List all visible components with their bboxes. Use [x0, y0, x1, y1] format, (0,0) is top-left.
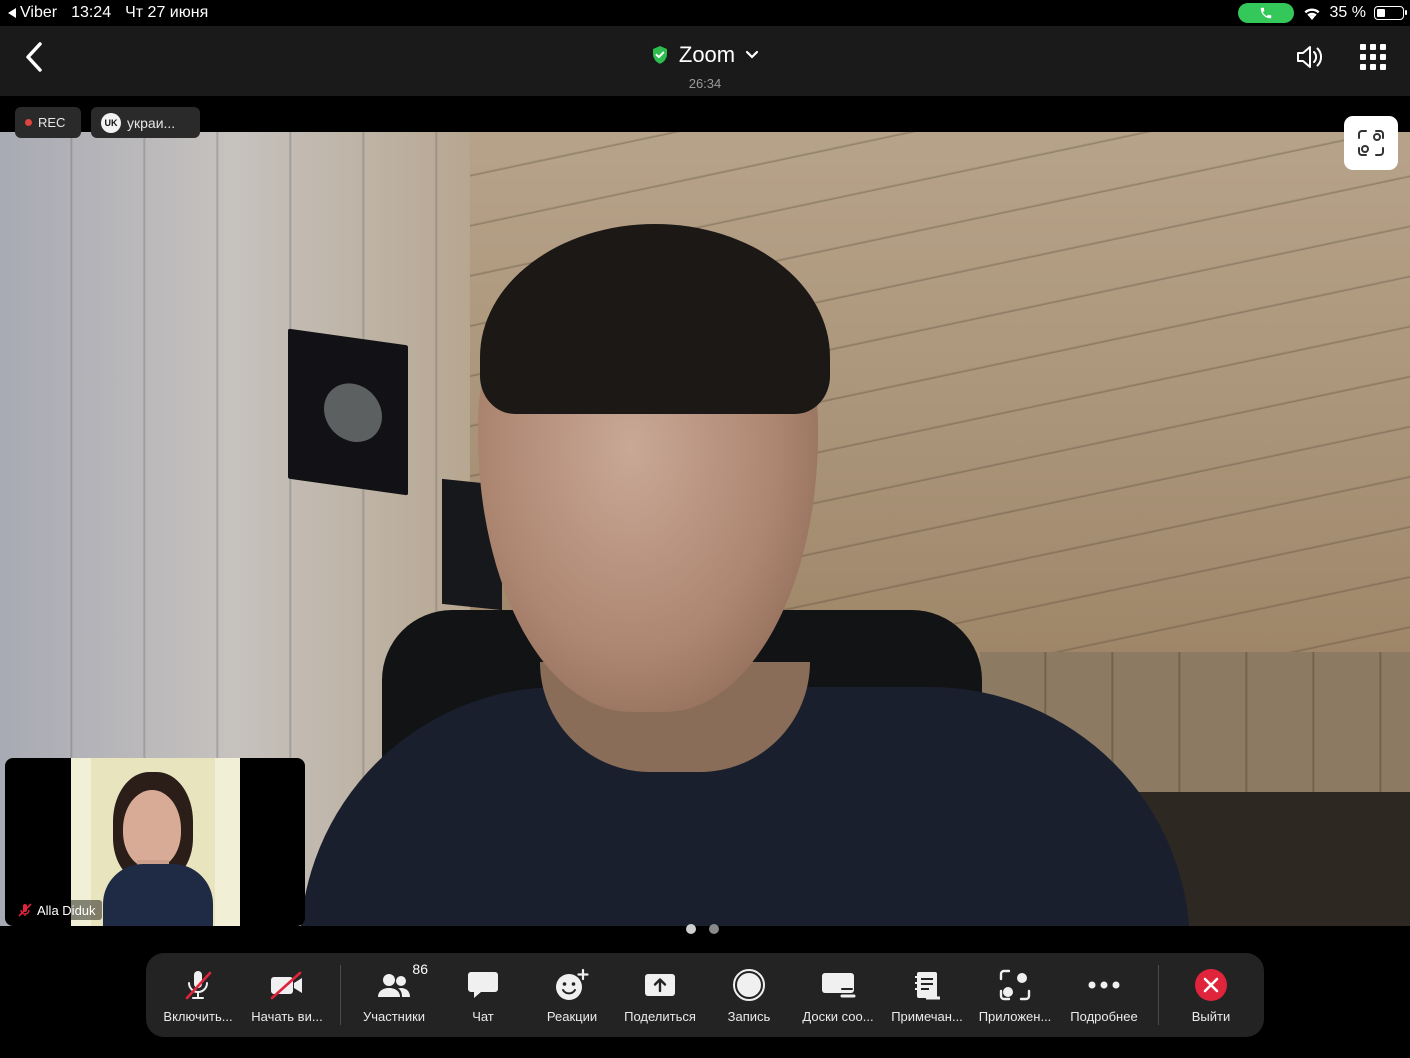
page-dot[interactable] [686, 924, 696, 934]
grid-icon-dot [1370, 54, 1376, 60]
wall-picture [288, 328, 408, 496]
start-video-label: Начать ви... [251, 1009, 323, 1024]
unmute-button[interactable]: Включить... [152, 953, 244, 1037]
record-dot-icon [25, 119, 32, 126]
share-button[interactable]: Поделиться [614, 953, 706, 1037]
share-label: Поделиться [624, 1009, 696, 1024]
phone-icon [1260, 7, 1271, 19]
whiteboard-icon [822, 973, 856, 998]
apps-label: Приложен... [978, 1009, 1052, 1024]
record-label: Запись [727, 1009, 771, 1024]
unmute-label: Включить... [163, 1009, 233, 1024]
meeting-title: Zoom [678, 42, 736, 67]
battery-percent: 35 % [1329, 4, 1366, 21]
leave-label: Выйти [1191, 1009, 1231, 1024]
grid-icon-dot [1380, 44, 1386, 50]
language-badge: UK [101, 112, 121, 133]
apps-button[interactable]: Приложен... [969, 953, 1061, 1037]
whiteboards-label: Доски соо... [802, 1009, 874, 1024]
leave-button[interactable]: Выйти [1165, 953, 1257, 1037]
notes-icon [915, 972, 940, 1000]
focus-mode-button[interactable] [1344, 116, 1398, 170]
chat-bubble-icon [468, 972, 498, 998]
back-to-app[interactable]: Viber [8, 4, 57, 22]
grid-icon-dot [1380, 54, 1386, 60]
notes-label: Примечан... [891, 1009, 963, 1024]
rec-label: REC [38, 115, 66, 130]
grid-icon [1360, 44, 1366, 50]
more-label: Подробнее [1070, 1009, 1138, 1024]
reactions-label: Реакции [546, 1009, 598, 1024]
page-indicator[interactable] [686, 924, 719, 934]
share-screen-icon [645, 974, 675, 996]
back-arrow-icon [8, 8, 16, 18]
recording-indicator[interactable]: REC [15, 107, 81, 138]
wifi-icon [1304, 8, 1320, 20]
participant-name-tag: Alla Diduk [13, 900, 102, 920]
toolbar-divider [340, 965, 341, 1025]
active-speaker-video[interactable]: REC UK украи... Alla Diduk [0, 96, 1410, 926]
participants-button[interactable]: 86 Участники [348, 953, 440, 1037]
grid-icon-dot [1370, 64, 1376, 70]
start-video-button[interactable]: Начать ви... [241, 953, 333, 1037]
speaker-icon [1297, 46, 1322, 68]
mic-muted-icon [185, 971, 212, 1000]
frame-shapes-icon [1358, 130, 1384, 156]
grid-icon-dot [1370, 44, 1376, 50]
language-interpretation-chip[interactable]: UK украи... [91, 107, 200, 138]
meeting-timer: 26:34 [688, 76, 722, 91]
more-button[interactable]: Подробнее [1058, 953, 1150, 1037]
language-label: украи... [127, 114, 176, 131]
ellipsis-icon [1088, 981, 1120, 989]
participants-icon [378, 974, 410, 997]
meeting-controls-toolbar: Включить... Начать ви... 86 Участники Ча… [146, 953, 1264, 1037]
mic-muted-icon [18, 903, 32, 917]
participants-count: 86 [412, 961, 428, 977]
video-off-icon [270, 971, 302, 1000]
date: Чт 27 июня [125, 4, 209, 21]
speaker-hair [480, 224, 830, 414]
photo-body [103, 864, 213, 926]
chevron-down-icon [746, 50, 759, 59]
photo-face [123, 790, 181, 868]
speaker-button[interactable] [1294, 42, 1326, 72]
apps-icon [999, 969, 1031, 1001]
self-view-thumbnail[interactable]: Alla Diduk [5, 758, 305, 926]
record-icon [733, 969, 765, 1001]
reactions-button[interactable]: Реакции [526, 953, 618, 1037]
toolbar-divider [1158, 965, 1159, 1025]
chat-button[interactable]: Чат [437, 953, 529, 1037]
meeting-header: Zoom 26:34 [0, 26, 1410, 96]
grid-icon-dot [1380, 64, 1386, 70]
close-circle-icon [1195, 969, 1227, 1001]
active-call-indicator[interactable] [1237, 3, 1294, 23]
back-app-label: Viber [20, 4, 58, 21]
whiteboards-button[interactable]: Доски соо... [792, 953, 884, 1037]
gallery-view-button[interactable] [1360, 44, 1386, 70]
wall-picture-disc [324, 379, 382, 446]
smiley-add-icon [556, 968, 589, 1000]
record-button[interactable]: Запись [703, 953, 795, 1037]
notes-button[interactable]: Примечан... [881, 953, 973, 1037]
clock: 13:24 [71, 4, 112, 21]
participant-name: Alla Diduk [37, 902, 96, 918]
grid-icon-dot [1360, 64, 1366, 70]
status-bar: Viber 13:24 Чт 27 июня 35 % [0, 0, 1410, 26]
chat-label: Чат [472, 1009, 494, 1024]
grid-icon-dot [1360, 54, 1366, 60]
shield-check-icon [652, 46, 667, 64]
participants-label: Участники [362, 1009, 426, 1024]
meeting-title-dropdown[interactable]: Zoom [651, 42, 759, 68]
battery-icon [1374, 6, 1407, 20]
page-dot[interactable] [709, 924, 719, 934]
